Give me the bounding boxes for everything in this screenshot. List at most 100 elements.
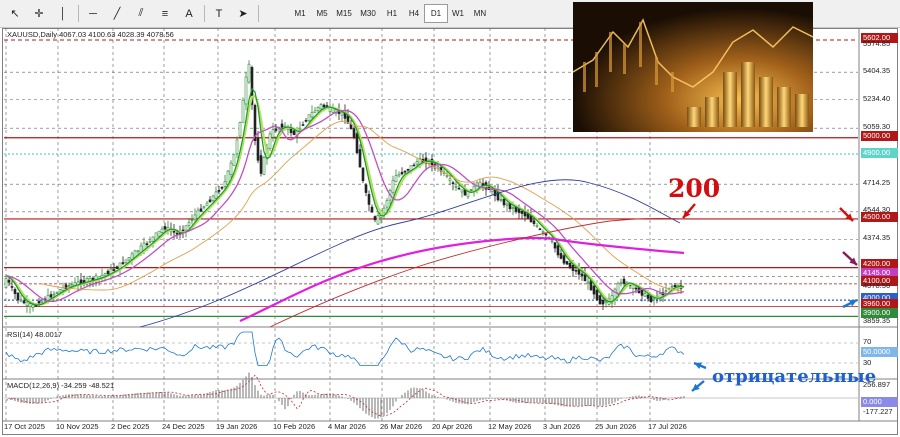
candle-body xyxy=(304,120,308,122)
horizontal-line-icon[interactable]: ─ xyxy=(82,4,104,23)
timeframe-w1[interactable]: W1 xyxy=(446,4,470,23)
candle-body xyxy=(571,264,575,271)
candle-body xyxy=(115,266,119,270)
vertical-line-icon[interactable]: │ xyxy=(52,4,74,23)
candle-body xyxy=(631,284,635,289)
candle-body xyxy=(586,281,590,284)
candle-body xyxy=(292,130,296,135)
candle-body xyxy=(415,161,419,165)
candle-body xyxy=(205,202,209,207)
candle-body xyxy=(223,181,227,187)
arrow-shapes-icon[interactable]: ➤ xyxy=(232,4,254,23)
time-axis-label: 10 Feb 2026 xyxy=(273,422,316,431)
candle-body xyxy=(16,292,20,301)
candle-body xyxy=(49,294,53,298)
trendline-icon[interactable]: ╱ xyxy=(106,4,128,23)
price-label: 5234.40 xyxy=(863,94,891,103)
ma200-annotation: 200 xyxy=(668,174,721,203)
candle-body xyxy=(454,185,458,188)
fibonacci-icon[interactable]: ≡ xyxy=(154,4,176,23)
gold-coins-image xyxy=(573,2,813,132)
time-axis-label: 24 Dec 2025 xyxy=(162,422,205,431)
candle-body xyxy=(364,184,368,193)
toolbar-separator xyxy=(204,5,205,22)
candle-body xyxy=(259,155,263,174)
candle-body xyxy=(112,269,116,271)
candle-body xyxy=(355,133,359,154)
candle-body xyxy=(538,228,542,231)
candle-body xyxy=(532,220,536,224)
candle-body xyxy=(58,289,62,293)
candle-body xyxy=(136,250,140,253)
candle-body xyxy=(460,189,464,193)
candle-body xyxy=(235,139,239,155)
timeframe-m15[interactable]: M15 xyxy=(332,4,356,23)
time-axis-label: 20 Apr 2026 xyxy=(432,422,473,431)
candle-body xyxy=(385,200,389,208)
candle-body xyxy=(40,300,44,303)
time-axis-label: 4 Mar 2026 xyxy=(328,422,366,431)
candle-body xyxy=(124,259,128,263)
candle-body xyxy=(361,167,365,182)
candle-body xyxy=(340,112,344,116)
candle-body xyxy=(499,199,503,201)
candle-body xyxy=(247,63,251,83)
candle-body xyxy=(436,166,440,169)
timeframe-h4[interactable]: H4 xyxy=(402,4,426,23)
candle-body xyxy=(10,286,14,288)
candle-body xyxy=(187,222,191,226)
rsi-title: RSI(14) 48.0017 xyxy=(7,330,63,339)
candle-body xyxy=(376,214,380,225)
candle-body xyxy=(274,128,278,131)
candle-body xyxy=(592,285,596,295)
time-axis-label: 19 Jan 2026 xyxy=(216,422,258,431)
time-axis-label: 26 Mar 2026 xyxy=(380,422,423,431)
timeframe-h1[interactable]: H1 xyxy=(380,4,404,23)
candle-body xyxy=(55,292,59,294)
timeframe-m30[interactable]: M30 xyxy=(356,4,380,23)
candle-body xyxy=(121,262,125,265)
timeframe-d1[interactable]: D1 xyxy=(424,4,448,23)
candle-body xyxy=(238,122,242,137)
candle-body xyxy=(67,285,71,288)
candle-body xyxy=(451,182,455,184)
candle-body xyxy=(400,172,404,175)
candle-body xyxy=(172,230,176,233)
candle-body xyxy=(220,187,224,189)
candle-body xyxy=(403,170,407,173)
candle-body xyxy=(601,299,605,305)
candle-body xyxy=(262,157,266,175)
candle-body xyxy=(562,255,566,264)
candle-body xyxy=(52,293,56,296)
candle-body xyxy=(370,206,374,213)
candle-body xyxy=(28,303,32,307)
candle-body xyxy=(241,99,245,123)
timeframe-m5[interactable]: M5 xyxy=(310,4,334,23)
text-tool-icon[interactable]: T xyxy=(208,4,230,23)
crosshair-icon[interactable]: ✛ xyxy=(28,4,50,23)
candle-body xyxy=(520,210,524,214)
price-label: 5574.85 xyxy=(863,39,891,48)
candle-body xyxy=(301,124,305,126)
cursor-icon[interactable]: ↖ xyxy=(4,4,26,23)
candle-body xyxy=(226,170,230,185)
equidistant-channel-icon[interactable]: ⫽ xyxy=(130,4,152,23)
candle-body xyxy=(13,289,17,294)
candle-body xyxy=(595,289,599,300)
candle-body xyxy=(544,233,548,236)
candle-body xyxy=(505,203,509,206)
candle-body xyxy=(619,282,623,284)
ma-pink xyxy=(239,237,685,323)
candle-body xyxy=(391,179,395,193)
candle-body xyxy=(673,285,677,287)
candle-body xyxy=(490,189,494,192)
timeframe-m1[interactable]: M1 xyxy=(288,4,312,23)
text-label-icon[interactable]: A xyxy=(178,4,200,23)
chart-header: XAUUSD,Daily 4067.03 4100.63 4028.39 407… xyxy=(7,30,174,39)
candle-body xyxy=(4,278,8,288)
rsi-label-70: 70 xyxy=(863,337,872,346)
candle-body xyxy=(397,173,401,177)
candle-body xyxy=(352,128,356,138)
candle-body xyxy=(25,301,29,307)
timeframe-mn[interactable]: MN xyxy=(468,4,492,23)
